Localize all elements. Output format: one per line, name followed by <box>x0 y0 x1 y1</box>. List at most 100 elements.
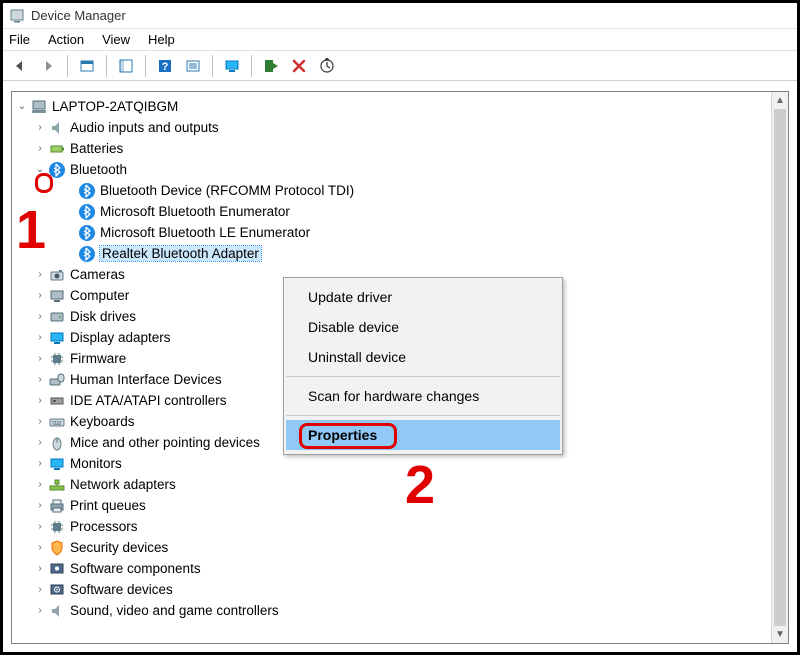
tree-root[interactable]: ⌄LAPTOP-2ATQIBGM <box>12 96 771 117</box>
category-node[interactable]: › Print queues <box>12 495 771 516</box>
device-label: Realtek Bluetooth Adapter <box>100 246 261 261</box>
expander-icon[interactable]: › <box>34 521 48 532</box>
category-label: Batteries <box>70 141 123 156</box>
category-icon <box>48 434 66 452</box>
expander-icon[interactable]: › <box>34 479 48 490</box>
device-manager-icon <box>9 8 25 24</box>
expander-icon[interactable]: › <box>34 374 48 385</box>
category-label: Software devices <box>70 582 173 597</box>
menu-file[interactable]: File <box>9 32 30 47</box>
bluetooth-icon <box>78 182 96 200</box>
category-icon <box>48 392 66 410</box>
category-node[interactable]: › Security devices <box>12 537 771 558</box>
category-node[interactable]: › Sound, video and game controllers <box>12 600 771 621</box>
category-icon <box>48 329 66 347</box>
bluetooth-icon <box>78 203 96 221</box>
scroll-down-arrow[interactable]: ▼ <box>772 626 788 643</box>
expander-icon[interactable]: › <box>34 332 48 343</box>
category-label: Network adapters <box>70 477 176 492</box>
expander-icon[interactable]: › <box>34 416 48 427</box>
category-label: IDE ATA/ATAPI controllers <box>70 393 227 408</box>
device-label: Microsoft Bluetooth Enumerator <box>100 204 290 219</box>
forward-button[interactable] <box>37 55 59 77</box>
scan-hardware-button[interactable] <box>260 55 282 77</box>
expander-icon[interactable]: › <box>34 437 48 448</box>
category-icon <box>48 581 66 599</box>
category-icon <box>48 539 66 557</box>
category-label: Computer <box>70 288 129 303</box>
back-button[interactable] <box>9 55 31 77</box>
category-node[interactable]: ›Processors <box>12 516 771 537</box>
context-menu-item[interactable]: Uninstall device <box>286 342 560 372</box>
category-icon <box>48 476 66 494</box>
menu-view[interactable]: View <box>102 32 130 47</box>
device-label: Bluetooth Device (RFCOMM Protocol TDI) <box>100 183 354 198</box>
category-node[interactable]: › Software devices <box>12 579 771 600</box>
expander-icon[interactable]: › <box>34 311 48 322</box>
display-button[interactable] <box>221 55 243 77</box>
expander-icon[interactable]: › <box>34 290 48 301</box>
category-node[interactable]: ⌄Bluetooth <box>12 159 771 180</box>
category-label: Sound, video and game controllers <box>70 603 279 618</box>
expander-icon[interactable]: › <box>34 605 48 616</box>
category-node[interactable]: › Batteries <box>12 138 771 159</box>
context-menu-item[interactable]: Disable device <box>286 312 560 342</box>
category-label: Firmware <box>70 351 126 366</box>
category-label: Audio inputs and outputs <box>70 120 219 135</box>
annotation-number-1: 1 <box>16 203 46 257</box>
remote-connect-button[interactable] <box>316 55 338 77</box>
scroll-thumb[interactable] <box>774 109 786 626</box>
properties-button[interactable] <box>115 55 137 77</box>
category-node[interactable]: › Monitors <box>12 453 771 474</box>
scroll-up-arrow[interactable]: ▲ <box>772 92 788 109</box>
category-node[interactable]: › Network adapters <box>12 474 771 495</box>
category-label: Print queues <box>70 498 146 513</box>
menu-divider <box>286 415 560 416</box>
computer-icon <box>30 98 48 116</box>
expander-icon[interactable]: ⌄ <box>16 101 30 112</box>
category-icon <box>48 287 66 305</box>
menu-divider <box>286 376 560 377</box>
context-menu-item[interactable]: Scan for hardware changes <box>286 381 560 411</box>
expander-icon[interactable]: › <box>34 563 48 574</box>
device-node[interactable]: Microsoft Bluetooth Enumerator <box>12 201 771 222</box>
device-node[interactable]: Bluetooth Device (RFCOMM Protocol TDI) <box>12 180 771 201</box>
category-label: Mice and other pointing devices <box>70 435 260 450</box>
category-icon <box>48 119 66 137</box>
context-menu-item[interactable]: Update driver <box>286 282 560 312</box>
category-node[interactable]: › Audio inputs and outputs <box>12 117 771 138</box>
expander-icon[interactable]: › <box>34 458 48 469</box>
help-button[interactable]: ? <box>154 55 176 77</box>
show-hidden-button[interactable] <box>76 55 98 77</box>
category-label: Keyboards <box>70 414 135 429</box>
expander-icon[interactable]: › <box>34 500 48 511</box>
menu-bar: File Action View Help <box>3 29 797 51</box>
remove-device-button[interactable] <box>288 55 310 77</box>
category-icon <box>48 455 66 473</box>
device-node[interactable]: Realtek Bluetooth Adapter <box>12 243 771 264</box>
category-label: Monitors <box>70 456 122 471</box>
category-icon <box>48 602 66 620</box>
category-node[interactable]: ›Software components <box>12 558 771 579</box>
category-label: Human Interface Devices <box>70 372 222 387</box>
category-label: Disk drives <box>70 309 136 324</box>
details-button[interactable] <box>182 55 204 77</box>
title-bar: Device Manager <box>3 3 797 29</box>
category-icon <box>48 140 66 158</box>
device-label: Microsoft Bluetooth LE Enumerator <box>100 225 310 240</box>
menu-help[interactable]: Help <box>148 32 175 47</box>
expander-icon[interactable]: › <box>34 542 48 553</box>
category-label: Security devices <box>70 540 168 555</box>
bluetooth-icon <box>78 224 96 242</box>
vertical-scrollbar[interactable]: ▲ ▼ <box>771 92 788 643</box>
annotation-ring-properties <box>299 423 397 449</box>
expander-icon[interactable]: › <box>34 269 48 280</box>
expander-icon[interactable]: › <box>34 584 48 595</box>
svg-text:?: ? <box>162 61 169 73</box>
expander-icon[interactable]: › <box>34 353 48 364</box>
expander-icon[interactable]: › <box>34 122 48 133</box>
menu-action[interactable]: Action <box>48 32 84 47</box>
device-node[interactable]: Microsoft Bluetooth LE Enumerator <box>12 222 771 243</box>
expander-icon[interactable]: › <box>34 143 48 154</box>
expander-icon[interactable]: › <box>34 395 48 406</box>
